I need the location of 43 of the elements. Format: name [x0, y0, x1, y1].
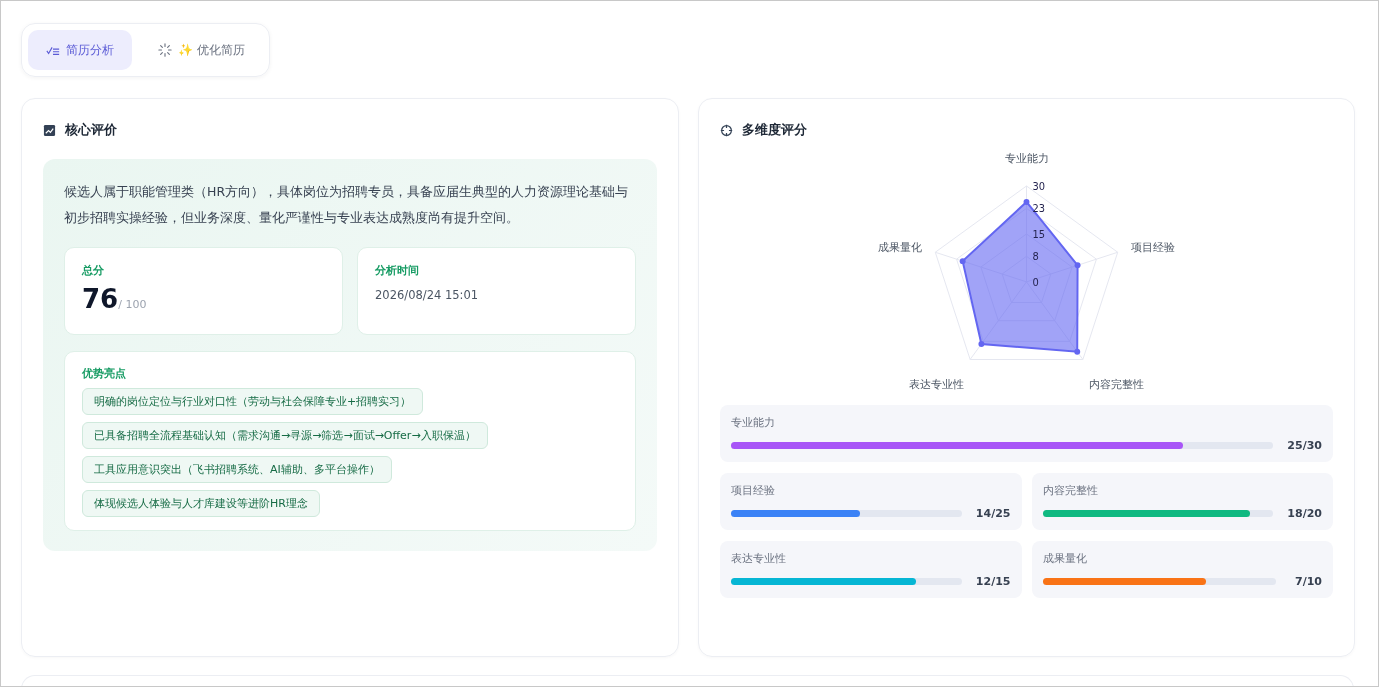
- axis-label: 表达专业性: [908, 377, 964, 391]
- dimension-score: 18/20: [1287, 507, 1322, 520]
- dimension-label: 成果量化: [1042, 552, 1088, 566]
- loader-icon: [158, 43, 172, 57]
- section-title: 多维度评分: [742, 121, 807, 139]
- dimension-score: 7/10: [1294, 575, 1322, 588]
- tick-label: 23: [1032, 203, 1045, 215]
- dimension-score: 14/25: [975, 507, 1011, 520]
- axis-label: 专业能力: [1004, 152, 1049, 166]
- dimension-label: 内容完整性: [1042, 484, 1099, 498]
- axis-label: 项目经验: [1130, 240, 1175, 254]
- tick-label: 15: [1032, 228, 1045, 240]
- dimension-label: 表达专业性: [731, 552, 787, 566]
- radar-point: [1074, 348, 1081, 355]
- chart-icon: [43, 123, 56, 137]
- time-value: 2026/08/24 15:01: [375, 288, 480, 302]
- radar-point: [1074, 262, 1081, 269]
- highlight-tag: 体现候选人体验与人才库建设等进阶HR理念: [82, 490, 320, 517]
- axis-label: 内容完整性: [1089, 377, 1145, 391]
- highlights-title: 优势亮点: [82, 366, 126, 381]
- axis-label: 成果量化: [878, 240, 923, 254]
- tab[interactable]: ✨ 优化简历: [140, 30, 263, 70]
- tick-label: 30: [1032, 180, 1045, 192]
- tick-label: 8: [1032, 251, 1039, 263]
- dimension-label: 专业能力: [731, 416, 776, 430]
- score-value: 76: [82, 284, 119, 314]
- radar-point: [1023, 199, 1030, 205]
- highlight-tag: 明确的岗位定位与行业对口性（劳动与社会保障专业+招聘实习）: [82, 388, 424, 415]
- summary-text: 候选人属于职能管理类（HR方向），具体岗位为招聘专员，具备应届生典型的人力资源理论基础与初步招聘实操经验，但业务深度、量化严谨性与专业表达成熟度尚有提升空间。: [64, 183, 630, 227]
- score-max: / 100: [118, 298, 147, 311]
- highlight-tag: 工具应用意识突出（飞书招聘系统、AI辅助、多平台操作）: [82, 456, 392, 483]
- radar-point: [978, 341, 985, 347]
- crosshair-icon: [720, 123, 733, 137]
- score-label: 总分: [82, 263, 105, 278]
- tick-label: 0: [1032, 276, 1039, 288]
- tab[interactable]: 简历分析: [28, 30, 132, 70]
- dimension-score: 12/15: [975, 575, 1011, 588]
- dimension-score: 25/30: [1287, 439, 1322, 452]
- time-label: 分析时间: [375, 263, 420, 278]
- dimension-label: 项目经验: [731, 484, 776, 498]
- section-title: 核心评价: [65, 121, 117, 139]
- radar-point: [959, 258, 966, 265]
- highlight-tag: 已具备招聘全流程基础认知（需求沟通→寻源→筛选→面试→Offer→入职保温）: [82, 422, 488, 449]
